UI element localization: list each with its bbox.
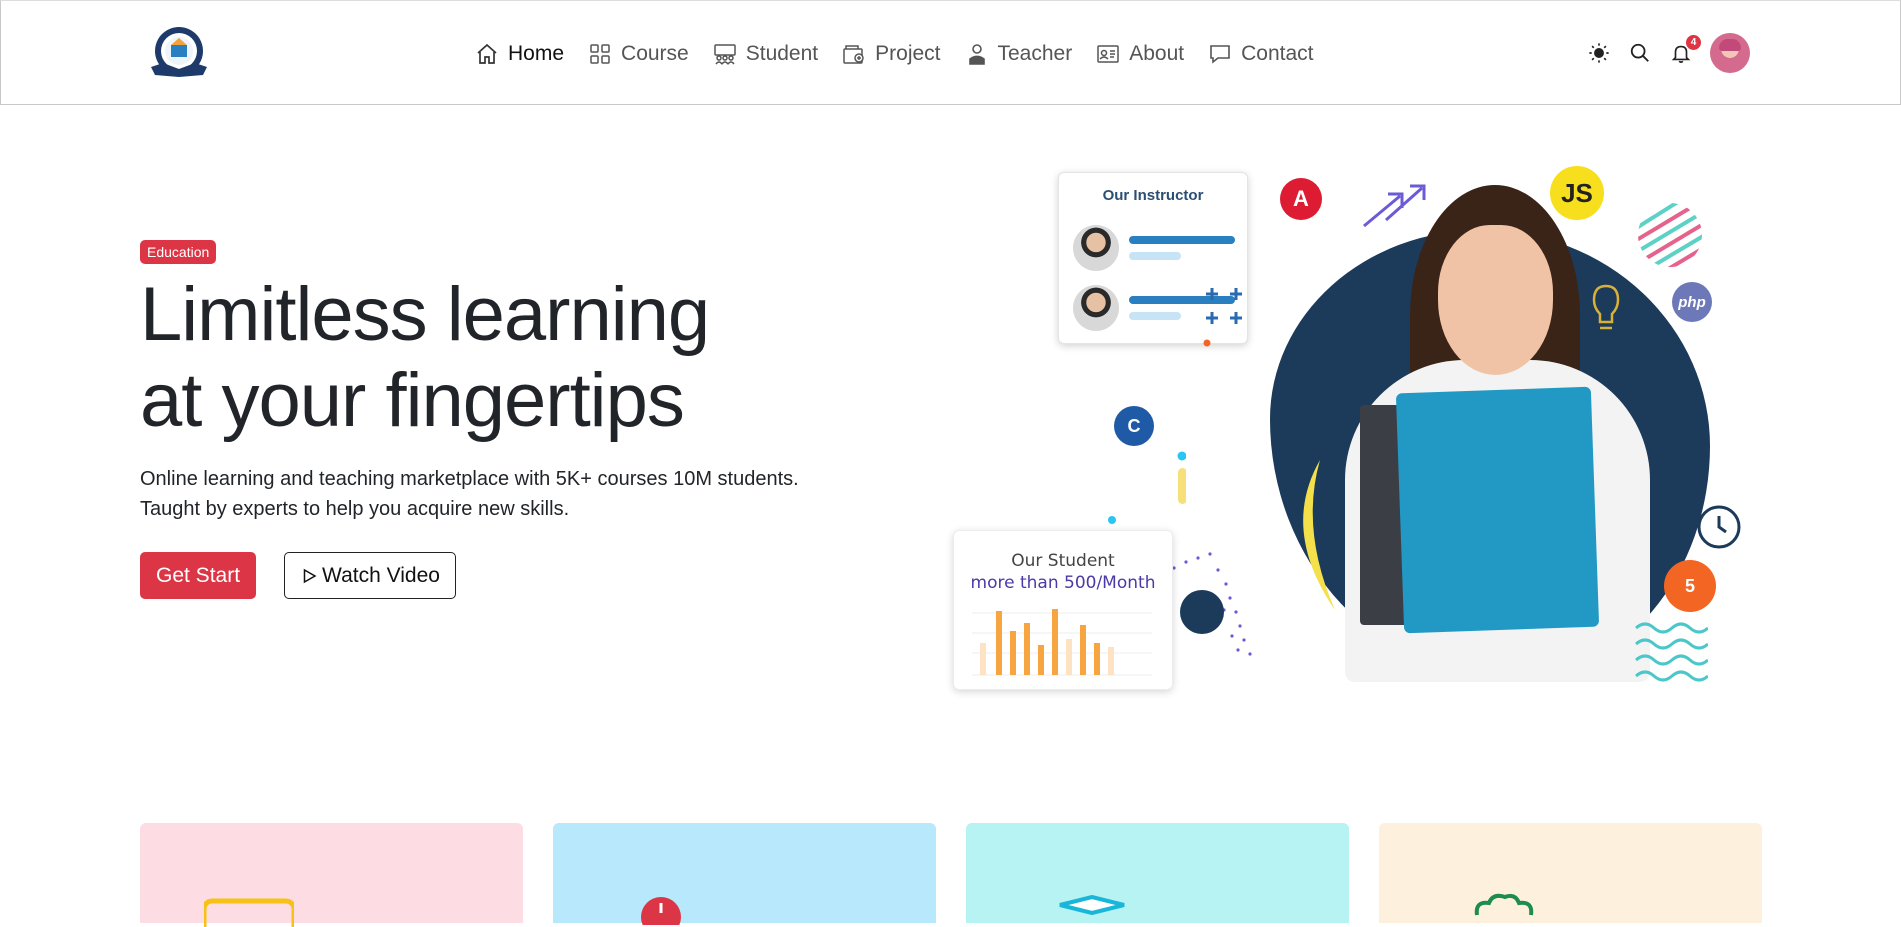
angular-icon: A — [1280, 178, 1322, 220]
student-mini-chart — [972, 609, 1152, 676]
instructor-avatar — [1073, 225, 1119, 271]
blue-folder — [1395, 386, 1600, 634]
nav-label-home: Home — [508, 42, 565, 65]
school-logo[interactable] — [147, 25, 211, 83]
laptop-icon — [204, 898, 294, 927]
cloud-icon — [1474, 893, 1534, 916]
main-nav: Home Course Student Project Teacher Abou… — [475, 39, 1337, 69]
arrows-decoration — [1363, 184, 1426, 228]
html5-icon: 5 — [1664, 560, 1716, 612]
javascript-icon: JS — [1550, 166, 1604, 220]
nav-item-course[interactable]: Course — [588, 42, 689, 66]
feature-card[interactable] — [966, 823, 1349, 923]
instructor-info-lines — [1129, 236, 1235, 260]
teacher-icon — [968, 44, 985, 65]
watch-video-button[interactable]: Watch Video — [284, 552, 456, 599]
theme-toggle-button[interactable] — [1587, 41, 1611, 65]
lightbulb-icon — [1592, 284, 1620, 330]
hero-title-line2: at your fingertips — [140, 358, 685, 443]
education-badge: Education — [140, 240, 217, 264]
instructor-avatar — [1073, 285, 1119, 331]
hero-description: Online learning and teaching marketplace… — [140, 468, 799, 520]
hero-section: Education Limitless learning at your fin… — [140, 240, 840, 599]
navbar: Home Course Student Project Teacher Abou… — [0, 0, 1901, 105]
user-avatar[interactable] — [1710, 33, 1750, 73]
nav-label-course: Course — [621, 42, 689, 65]
students-icon — [713, 44, 736, 65]
layers-icon — [1059, 895, 1125, 915]
hero-illustration: Our Instructor Our Student more than 500… — [940, 160, 1760, 700]
nav-item-teacher[interactable]: Teacher — [965, 42, 1073, 66]
student-card: Our Student more than 500/Month — [953, 530, 1173, 690]
instructor-row — [1073, 225, 1235, 271]
feature-card[interactable] — [553, 823, 936, 925]
notification-count-badge: 4 — [1686, 35, 1701, 50]
student-face — [1438, 225, 1553, 375]
project-icon — [843, 45, 864, 64]
nav-item-student[interactable]: Student — [713, 42, 818, 66]
nav-label-contact: Contact — [1241, 42, 1314, 65]
nav-item-home[interactable]: Home — [475, 42, 564, 66]
nav-label-student: Student — [745, 42, 819, 65]
plus-pattern — [1206, 288, 1242, 324]
watch-video-label: Watch Video — [322, 563, 440, 587]
student-card-title: Our Student — [1011, 551, 1115, 571]
search-icon — [1630, 43, 1649, 62]
hero-title-line1: Limitless learning — [140, 272, 710, 357]
feature-card[interactable] — [1379, 823, 1762, 923]
home-icon — [477, 43, 497, 64]
clock-icon — [1697, 505, 1741, 549]
yellow-crescent — [1303, 460, 1335, 610]
php-icon: php — [1672, 282, 1712, 322]
feature-card[interactable] — [140, 823, 523, 927]
nav-item-contact[interactable]: Contact — [1208, 42, 1313, 66]
sun-icon — [1589, 43, 1609, 63]
dot-accents — [1108, 451, 1186, 524]
get-start-button[interactable]: Get Start — [140, 552, 257, 599]
chat-icon — [1210, 45, 1230, 64]
nav-label-project: Project — [875, 42, 941, 65]
notifications-button[interactable]: 4 — [1669, 35, 1701, 65]
id-card-icon — [1097, 45, 1119, 63]
search-button[interactable] — [1628, 41, 1652, 65]
play-icon — [303, 568, 317, 583]
feature-cards-row — [140, 823, 1762, 927]
grid-icon — [590, 44, 610, 64]
instructor-card-title: Our Instructor — [1102, 187, 1204, 204]
nav-actions: 4 — [1587, 33, 1750, 73]
nav-label-teacher: Teacher — [997, 42, 1073, 65]
orange-dot — [1203, 339, 1211, 347]
student-card-subtitle: more than 500/Month — [970, 573, 1156, 593]
nav-label-about: About — [1129, 42, 1185, 65]
nav-item-about[interactable]: About — [1096, 42, 1184, 66]
striped-circle-decoration — [1638, 203, 1702, 267]
target-icon — [641, 897, 681, 925]
hero-title: Limitless learning at your fingertips — [140, 272, 840, 444]
wave-decoration — [1635, 622, 1708, 682]
nav-item-project[interactable]: Project — [842, 42, 941, 66]
hero-buttons: Get Start Watch Video — [140, 552, 840, 599]
